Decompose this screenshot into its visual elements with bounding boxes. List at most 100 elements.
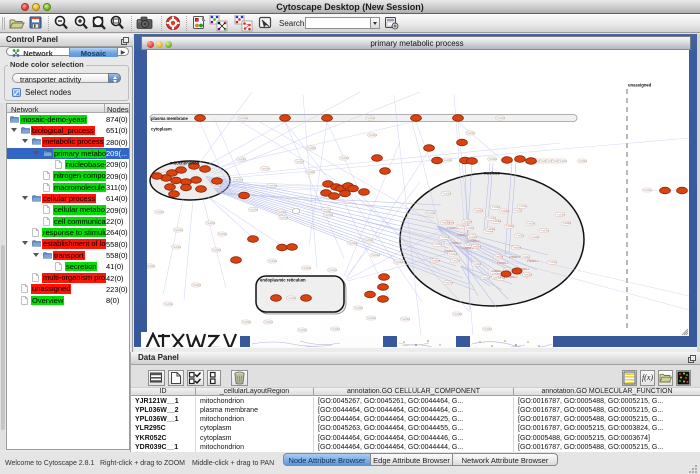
svg-text:Yxx00w: Yxx00w: [475, 209, 484, 212]
svg-text:Yxx00w: Yxx00w: [487, 228, 496, 231]
svg-text:Yxx00w: Yxx00w: [340, 157, 349, 160]
svg-text:xYR00c-x: xYR00c-x: [506, 275, 518, 279]
svg-text:Yxx00w: Yxx00w: [242, 321, 251, 324]
svg-text:Yxx00w: Yxx00w: [306, 171, 315, 174]
svg-text:Yxx00w: Yxx00w: [488, 158, 497, 161]
svg-text:unassigned: unassigned: [628, 83, 652, 88]
svg-text:mitochondrion: mitochondrion: [170, 161, 200, 166]
svg-text:Yxx00w: Yxx00w: [464, 220, 473, 223]
svg-text:Yxx00w: Yxx00w: [268, 185, 277, 188]
svg-text:Yxx00w: Yxx00w: [514, 210, 523, 213]
svg-text:Yxx00w: Yxx00w: [239, 117, 248, 120]
svg-text:Yxx00w: Yxx00w: [348, 242, 357, 245]
svg-text:Yxx00w: Yxx00w: [371, 254, 380, 257]
svg-text:xYR00c-x: xYR00c-x: [457, 233, 469, 237]
svg-text:Yxx00w: Yxx00w: [155, 211, 164, 214]
svg-text:Yxx00w: Yxx00w: [483, 328, 492, 331]
svg-text:Yxx00w: Yxx00w: [174, 229, 183, 232]
svg-text:Yxx00w: Yxx00w: [328, 269, 337, 272]
svg-text:plasma membrane: plasma membrane: [151, 116, 188, 121]
svg-text:Yxx00w: Yxx00w: [466, 132, 475, 135]
svg-text:xYR00c-x: xYR00c-x: [468, 239, 480, 243]
svg-text:Yxx00w: Yxx00w: [493, 276, 502, 279]
svg-text:Yxx00w: Yxx00w: [394, 261, 403, 264]
svg-text:Yxx00w: Yxx00w: [558, 160, 567, 163]
svg-text:Yxx00w: Yxx00w: [578, 160, 587, 163]
svg-text:xYR00c-x: xYR00c-x: [444, 249, 456, 253]
svg-text:Yxx00w: Yxx00w: [331, 328, 340, 331]
svg-text:Yxx00w: Yxx00w: [549, 261, 558, 264]
svg-text:Yxx00w: Yxx00w: [445, 282, 454, 285]
svg-text:Yxx00w: Yxx00w: [432, 260, 441, 263]
svg-text:xYR00c-x: xYR00c-x: [527, 259, 539, 263]
svg-text:Yxx00w: Yxx00w: [426, 212, 435, 215]
svg-text:Yxx00w: Yxx00w: [147, 265, 155, 268]
svg-text:xYR00c-x: xYR00c-x: [497, 261, 509, 265]
svg-text:Yxx00w: Yxx00w: [541, 230, 550, 233]
svg-text:Yxx00w: Yxx00w: [473, 245, 482, 248]
svg-text:cytoplasm: cytoplasm: [151, 127, 172, 132]
svg-text:Yxx00w: Yxx00w: [268, 260, 277, 263]
svg-text:Yxx00w: Yxx00w: [295, 161, 304, 164]
svg-text:Yxx00w: Yxx00w: [492, 206, 501, 209]
svg-text:Yxx00w: Yxx00w: [368, 134, 377, 137]
svg-text:Yxx00w: Yxx00w: [531, 236, 540, 239]
svg-text:Yxx00w: Yxx00w: [307, 147, 316, 150]
svg-text:Yxx00w: Yxx00w: [218, 233, 227, 236]
svg-text:Yxx00w: Yxx00w: [488, 217, 497, 220]
svg-text:Yxx00w: Yxx00w: [482, 276, 491, 279]
svg-text:Yxx00w: Yxx00w: [287, 297, 296, 300]
svg-text:Yxx00w: Yxx00w: [493, 220, 502, 223]
svg-text:xYR00c-x: xYR00c-x: [462, 246, 474, 250]
svg-text:Yxx00w: Yxx00w: [364, 239, 373, 242]
svg-text:Yxx00w: Yxx00w: [324, 214, 333, 217]
svg-text:Yxx00w: Yxx00w: [172, 246, 181, 249]
svg-text:Yxx00w: Yxx00w: [234, 179, 243, 182]
svg-text:Yxx00w: Yxx00w: [506, 225, 515, 228]
svg-text:xYR00c-x: xYR00c-x: [447, 226, 459, 230]
svg-text:Yxx00w: Yxx00w: [206, 222, 215, 225]
svg-text:Yxx00w: Yxx00w: [519, 205, 528, 208]
svg-text:nucleus: nucleus: [484, 171, 500, 176]
svg-text:Yxx00w: Yxx00w: [264, 321, 273, 324]
svg-text:Yxx00w: Yxx00w: [212, 185, 221, 188]
svg-text:xYR00c-x: xYR00c-x: [450, 241, 462, 245]
svg-text:Yxx00w: Yxx00w: [212, 249, 221, 252]
svg-text:Yxx00w: Yxx00w: [366, 117, 375, 120]
svg-text:Yxx00w: Yxx00w: [367, 317, 376, 320]
svg-text:Yxx00w: Yxx00w: [449, 253, 458, 256]
svg-text:Yxx00w: Yxx00w: [495, 256, 504, 259]
svg-text:Yxx00w: Yxx00w: [516, 235, 525, 238]
svg-text:Yxx00w: Yxx00w: [643, 189, 652, 192]
svg-text:Yxx00w: Yxx00w: [249, 209, 258, 212]
svg-text:Yxx00w: Yxx00w: [261, 168, 270, 171]
svg-text:Yxx00w: Yxx00w: [469, 236, 478, 239]
svg-text:Yxx00w: Yxx00w: [237, 158, 246, 161]
svg-text:Yxx00w: Yxx00w: [473, 263, 482, 266]
svg-text:endoplasmic reticulum: endoplasmic reticulum: [260, 278, 306, 283]
svg-text:Yxx00w: Yxx00w: [527, 223, 536, 226]
svg-text:Yxx00w: Yxx00w: [322, 209, 331, 212]
svg-text:Yxx00w: Yxx00w: [443, 159, 452, 162]
svg-text:Yxx00w: Yxx00w: [453, 313, 462, 316]
svg-text:Yxx00w: Yxx00w: [524, 273, 533, 276]
svg-text:xYR00c-x: xYR00c-x: [492, 269, 504, 273]
svg-text:Yxx00w: Yxx00w: [496, 117, 505, 120]
svg-text:Yxx00w: Yxx00w: [277, 211, 286, 214]
svg-text:Yxx00w: Yxx00w: [443, 192, 452, 195]
svg-text:Yxx00w: Yxx00w: [164, 303, 173, 306]
svg-text:Yxx00w: Yxx00w: [557, 213, 566, 216]
svg-text:xYR00c-x: xYR00c-x: [509, 255, 521, 259]
svg-text:Yxx00w: Yxx00w: [442, 222, 451, 225]
svg-text:Yxx00w: Yxx00w: [522, 256, 531, 259]
svg-text:Yxx00w: Yxx00w: [354, 307, 363, 310]
svg-text:Yxx00w: Yxx00w: [452, 260, 461, 263]
svg-text:Yxx00w: Yxx00w: [302, 267, 311, 270]
svg-text:Yxx00w: Yxx00w: [279, 217, 288, 220]
svg-text:Yxx00w: Yxx00w: [501, 210, 510, 213]
svg-text:Yxx00w: Yxx00w: [563, 222, 572, 225]
svg-text:Yxx00w: Yxx00w: [434, 243, 443, 246]
svg-text:Yxx00w: Yxx00w: [441, 236, 450, 239]
svg-text:Yxx00w: Yxx00w: [401, 318, 410, 321]
svg-text:Yxx00w: Yxx00w: [466, 227, 475, 230]
